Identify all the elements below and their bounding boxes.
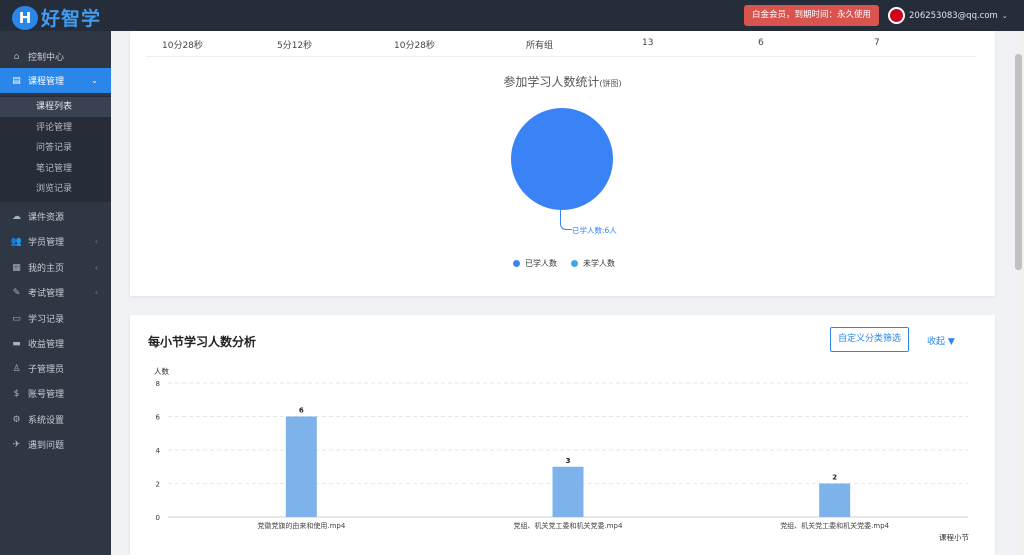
bar-chart: 人数 0 2 4 6 8 6 党徽党旗的由来和使用.mp4 3 党组、机关党工委和机关党委.mp4…: [154, 366, 969, 542]
bar-value-label: 2: [832, 474, 837, 482]
sidebar-item-label: 遇到问题: [28, 441, 65, 451]
admin-icon: ♙: [12, 363, 21, 374]
sidebar-item[interactable]: ▦ 我的主页 ‹: [0, 255, 111, 280]
y-tick-label: 4: [156, 447, 161, 455]
sidebar-item-label: 学员管理: [28, 238, 65, 248]
pie-label-leader: [560, 210, 572, 230]
sidebar-item-label: 子管理员: [28, 365, 65, 375]
y-axis-label: 人数: [154, 366, 169, 376]
bar-value-label: 6: [299, 407, 304, 415]
top-bar: H 好智学 白金会员，到期时间：永久使用 206253083@qq.com ⌄: [0, 0, 1024, 31]
user-menu[interactable]: 206253083@qq.com ⌄: [888, 7, 1008, 24]
bar-value-label: 3: [566, 457, 571, 465]
chevron-down-icon: ⌄: [1001, 11, 1008, 20]
user-email: 206253083@qq.com: [909, 10, 998, 21]
sidebar-item-label: 系统设置: [28, 416, 65, 426]
legend-item-not-learned[interactable]: 未学人数: [571, 258, 615, 269]
legend-dot: [513, 260, 520, 267]
home-icon: ⌂: [13, 51, 20, 62]
bar[interactable]: [552, 466, 584, 517]
table-cell: 6: [758, 38, 764, 48]
y-tick-label: 0: [156, 514, 160, 522]
sidebar-item-label: 课程管理: [28, 77, 65, 87]
pie-slice-learned[interactable]: [511, 108, 613, 210]
chevron-left-icon: ‹: [94, 263, 98, 272]
sidebar: 课程列表 评论管理 问答记录 笔记管理 浏览记录 ⌂ 控制中心 ▤ 课程管理 ⌄ ☁ 课件资源 👥 学员…: [0, 31, 111, 555]
logo-text: 好智学: [41, 8, 102, 30]
sidebar-item-label: 我的主页: [28, 264, 65, 274]
avatar: [888, 7, 905, 24]
table-cell: 所有组: [526, 41, 554, 51]
table-cell: 13: [642, 38, 654, 48]
logo[interactable]: H 好智学: [12, 4, 101, 31]
table-cell: 5分12秒: [277, 41, 313, 51]
legend-label: 已学人数: [525, 259, 557, 268]
y-tick-label: 2: [156, 481, 160, 489]
tag-icon: ✎: [12, 287, 21, 298]
submenu-item[interactable]: 课程列表: [0, 97, 111, 117]
submenu-item[interactable]: 问答记录: [0, 138, 111, 158]
cloud-icon: ☁: [12, 211, 21, 222]
stats-card: 10分28秒 5分12秒 10分28秒 所有组 13 6 7 参加学习人数统计(…: [130, 31, 995, 296]
sidebar-item-label: 考试管理: [28, 289, 65, 299]
chevron-down-icon: ⌄: [91, 76, 98, 85]
x-tick-label: 党徽党旗的由来和使用.mp4: [257, 521, 345, 530]
submenu-item[interactable]: 笔记管理: [0, 159, 111, 179]
sidebar-item-label: 账号管理: [28, 390, 65, 400]
sidebar-item[interactable]: 👥 学员管理 ‹: [0, 229, 111, 254]
y-tick-label: 6: [156, 414, 161, 422]
section-analysis-card: 每小节学习人数分析 自定义分类筛选 收起 ▼ 人数 0 2 4 6 8 6 党徽党旗的由来和使…: [130, 315, 995, 555]
table-cell: 10分28秒: [162, 41, 203, 51]
grid-icon: ▦: [12, 262, 21, 273]
sidebar-item[interactable]: ⚙ 系统设置: [0, 407, 111, 432]
dollar-icon: $: [13, 388, 20, 399]
legend-item-learned[interactable]: 已学人数: [513, 258, 557, 269]
sidebar-item[interactable]: ✎ 考试管理 ‹: [0, 280, 111, 305]
y-tick-label: 8: [156, 380, 160, 388]
legend-label: 未学人数: [583, 259, 615, 268]
vip-badge[interactable]: 白金会员，到期时间：永久使用: [744, 5, 880, 26]
notebook-icon: ▭: [12, 313, 21, 324]
scroll-thumb[interactable]: [1015, 54, 1022, 270]
sidebar-item[interactable]: ▬ 收益管理: [0, 331, 111, 356]
users-icon: 👥: [10, 236, 23, 247]
x-axis-label: 课程小节: [939, 533, 969, 542]
gear-icon: ⚙: [12, 414, 21, 425]
sidebar-item-label: 学习记录: [28, 315, 65, 325]
logo-badge: H: [12, 5, 38, 30]
tool-icon: ✈: [12, 439, 21, 450]
sidebar-item[interactable]: ♙ 子管理员: [0, 356, 111, 381]
submenu: 课程列表 评论管理 问答记录 笔记管理 浏览记录: [0, 96, 111, 202]
sidebar-item[interactable]: ⌂ 控制中心: [0, 44, 111, 69]
x-tick-label: 党组、机关党工委和机关党委.mp4: [780, 521, 889, 530]
sidebar-item[interactable]: ☁ 课件资源: [0, 204, 111, 229]
pie-chart-title: 参加学习人数统计(饼图): [130, 73, 995, 90]
table-row: 10分28秒 5分12秒 10分28秒 所有组 13 6 7: [146, 31, 976, 57]
sidebar-item-label: 收益管理: [28, 340, 65, 350]
pie-slice-label: 已学人数:6人: [572, 226, 617, 235]
pie-title-suffix: (饼图): [599, 79, 622, 88]
sidebar-item[interactable]: ✈ 遇到问题: [0, 432, 111, 457]
submenu-item[interactable]: 浏览记录: [0, 179, 111, 199]
submenu-item[interactable]: 评论管理: [0, 118, 111, 138]
scrollbar[interactable]: [1013, 31, 1024, 555]
legend-dot: [571, 260, 578, 267]
pie-title-text: 参加学习人数统计: [503, 75, 600, 89]
sidebar-item[interactable]: ▭ 学习记录: [0, 306, 111, 331]
chevron-left-icon: ‹: [94, 237, 98, 246]
sidebar-item-label: 课件资源: [28, 213, 65, 223]
chevron-left-icon: ‹: [94, 288, 98, 297]
table-cell: 10分28秒: [394, 41, 435, 51]
pie-legend: 已学人数 未学人数: [513, 258, 629, 269]
sidebar-item-label: 控制中心: [28, 53, 65, 63]
bar[interactable]: [285, 416, 317, 518]
bar[interactable]: [819, 483, 851, 518]
sidebar-item[interactable]: ▤ 课程管理 ⌄: [0, 68, 111, 93]
sidebar-item[interactable]: $ 账号管理: [0, 381, 111, 406]
table-cell: 7: [874, 38, 880, 48]
book-icon: ▤: [12, 75, 21, 86]
x-tick-label: 党组、机关党工委和机关党委.mp4: [514, 521, 623, 530]
card-icon: ▬: [12, 338, 21, 349]
